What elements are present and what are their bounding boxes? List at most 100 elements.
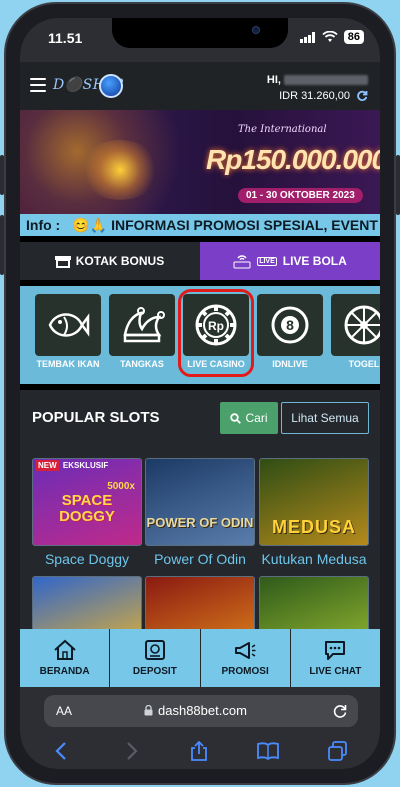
phone-side-button	[0, 155, 4, 195]
game-thumbnail[interactable]: POWER OF ODIN	[145, 458, 255, 546]
ball-number: 8	[286, 317, 294, 333]
multiplier-badge: 5000x	[107, 481, 135, 492]
megaphone-icon	[235, 642, 256, 659]
fish-icon	[48, 313, 90, 337]
blurred-username	[284, 75, 368, 86]
category-label: IDNLIVE	[272, 359, 308, 369]
category-label: LIVE CASINO	[187, 359, 245, 369]
status-time: 11.51	[48, 30, 83, 46]
category-tangkas[interactable]: TANGKAS	[109, 294, 175, 372]
game-thumb-title: POWER OF ODIN	[146, 515, 254, 531]
brand-logo[interactable]: D⚫SH88	[53, 72, 124, 100]
bottom-nav: BERANDA DEPOSIT PROMOSI LIVE CHAT	[20, 629, 380, 687]
game-name[interactable]: Power Of Odin	[145, 551, 255, 567]
greeting-text: HI,	[266, 74, 281, 86]
category-label: TOGEL	[348, 359, 380, 369]
browser-url-bar: AA dash88bet.com	[20, 687, 380, 733]
front-camera	[252, 26, 260, 34]
nav-deposit[interactable]: DEPOSIT	[110, 629, 200, 687]
balance: IDR 31.260,00	[279, 90, 368, 102]
wifi-icon	[322, 31, 338, 42]
new-badge: NEW	[36, 460, 59, 471]
back-icon[interactable]	[51, 740, 73, 762]
menu-icon[interactable]	[30, 78, 46, 92]
nav-promosi[interactable]: PROMOSI	[200, 629, 290, 687]
share-icon[interactable]	[188, 740, 210, 762]
info-marquee: 😊🙏 INFORMASI PROMOSI SPESIAL, EVENT	[72, 217, 378, 234]
game-card[interactable]: MEDUSA Kutukan Medusa	[259, 458, 369, 567]
banner-subtitle: The International	[238, 124, 327, 135]
wheel-icon	[344, 305, 380, 345]
game-name[interactable]: Kutukan Medusa	[259, 551, 369, 567]
game-card[interactable]: NEW EKSKLUSIF 5000x SPACE DOGGY Space Do…	[32, 458, 142, 567]
nav-label: BERANDA	[39, 666, 90, 677]
see-all-button[interactable]: Lihat Semua	[281, 402, 369, 434]
tab-kotak-bonus-label: KOTAK BONUS	[75, 254, 165, 268]
nav-live-chat[interactable]: LIVE CHAT	[290, 629, 380, 687]
screen: 11.51 86 D⚫SH88 HI, IDR 31.260,00 The In…	[20, 18, 380, 769]
notch	[112, 18, 288, 48]
game-badges: NEW EKSKLUSIF	[36, 460, 109, 471]
tab-kotak-bonus[interactable]: KOTAK BONUS	[20, 242, 200, 280]
category-tembak-ikan[interactable]: TEMBAK IKAN	[35, 294, 101, 372]
popular-slots-section: POPULAR SLOTS Cari Lihat Semua NEW EKSKL…	[20, 390, 380, 664]
billiard-ball-icon: 8	[271, 306, 309, 344]
url-display[interactable]: dash88bet.com	[144, 703, 247, 718]
section-title: POPULAR SLOTS	[32, 409, 160, 426]
status-bar: 11.51 86	[20, 18, 380, 62]
browser-toolbar	[20, 733, 380, 769]
info-ticker: Info : 😊🙏 INFORMASI PROMOSI SPESIAL, EVE…	[20, 214, 380, 236]
battery-icon: 86	[343, 30, 364, 44]
text-size-button[interactable]: AA	[56, 704, 72, 718]
phone-power-button	[396, 155, 400, 215]
home-icon	[53, 639, 76, 660]
reload-icon[interactable]	[332, 703, 348, 719]
address-field[interactable]: AA dash88bet.com	[44, 695, 358, 727]
tab-bar: KOTAK BONUS LIVE LIVE BOLA	[20, 242, 380, 280]
chat-icon	[325, 641, 346, 660]
info-text: INFORMASI PROMOSI SPESIAL, EVENT	[111, 217, 378, 233]
nav-label: LIVE CHAT	[309, 666, 362, 677]
game-thumbnail[interactable]: NEW EKSKLUSIF 5000x SPACE DOGGY	[32, 458, 142, 546]
jester-hat-icon	[123, 307, 165, 343]
exclusive-badge: EKSKLUSIF	[62, 461, 109, 470]
signal-icon	[299, 31, 315, 43]
status-icons: 86	[299, 30, 364, 44]
phone-volume-button	[0, 215, 4, 275]
live-badge: LIVE	[257, 256, 277, 266]
banner-glow	[80, 140, 160, 200]
bookmarks-icon[interactable]	[256, 740, 280, 762]
nav-beranda[interactable]: BERANDA	[20, 629, 110, 687]
gift-icon	[54, 254, 71, 268]
game-thumbnail[interactable]: MEDUSA	[259, 458, 369, 546]
tab-live-bola-label: LIVE BOLA	[282, 254, 347, 268]
category-togel[interactable]: TOGEL	[331, 294, 380, 372]
game-thumb-title: MEDUSA	[271, 516, 356, 537]
category-live-casino[interactable]: Rp LIVE CASINO	[178, 289, 254, 377]
banner-amount: Rp150.000.000	[206, 144, 380, 175]
promo-banner[interactable]: The International Rp150.000.000 01 - 30 …	[20, 110, 380, 214]
category-label: TEMBAK IKAN	[36, 359, 100, 369]
tabs-icon[interactable]	[327, 740, 349, 762]
tab-live-bola[interactable]: LIVE LIVE BOLA	[200, 242, 380, 280]
search-button[interactable]: Cari	[220, 402, 278, 434]
category-carousel: TEMBAK IKAN TANGKAS Rp LIVE CASINO 8 IDN…	[20, 286, 380, 384]
live-broadcast-icon	[233, 255, 251, 269]
info-label: Info :	[26, 217, 61, 233]
nav-label: DEPOSIT	[132, 666, 177, 677]
forward-icon[interactable]	[120, 740, 142, 762]
game-card[interactable]: POWER OF ODIN Power Of Odin	[145, 458, 255, 567]
refresh-icon[interactable]	[356, 90, 368, 102]
nav-label: PROMOSI	[221, 666, 269, 677]
game-thumb-title: SPACE DOGGY	[59, 492, 115, 525]
chip-text: Rp	[208, 319, 224, 333]
balance-amount: IDR 31.260,00	[279, 90, 350, 102]
user-greeting: HI,	[267, 74, 368, 86]
game-name[interactable]: Space Doggy	[32, 551, 142, 567]
casino-chip-icon: Rp	[195, 304, 237, 346]
category-idnlive[interactable]: 8 IDNLIVE	[257, 294, 323, 372]
banner-dates: 01 - 30 OKTOBER 2023	[238, 188, 363, 203]
search-icon	[230, 412, 242, 424]
url-text: dash88bet.com	[158, 703, 247, 718]
deposit-icon	[144, 640, 165, 660]
